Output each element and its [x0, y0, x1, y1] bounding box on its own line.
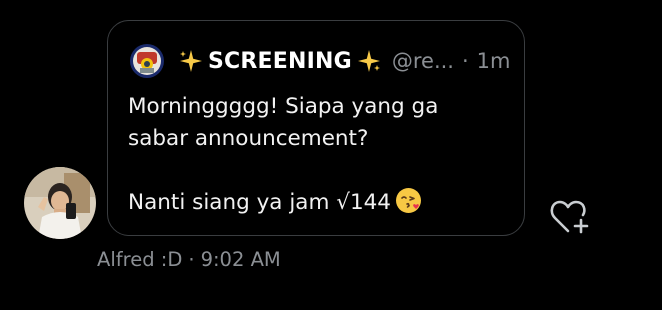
text-line: Morninggggg! Siapa yang ga [128, 94, 439, 119]
text-line: sabar announcement? [128, 126, 369, 151]
message-meta: Alfred :D · 9:02 AM [97, 248, 281, 271]
sender-name: Alfred :D [97, 248, 183, 271]
face-blowing-kiss-emoji [395, 187, 422, 214]
quoted-tweet-text: Morninggggg! Siapa yang ga sabar announc… [128, 91, 508, 219]
quoted-tweet-time: 1m [476, 49, 511, 73]
header-separator: · [461, 49, 469, 73]
text-spacer [128, 155, 508, 187]
like-button[interactable] [548, 196, 594, 238]
user-avatar[interactable] [24, 167, 96, 239]
quoted-author-name-text: SCREENING [208, 48, 352, 74]
quoted-account-avatar[interactable] [130, 44, 164, 78]
sparkles-icon [178, 48, 204, 74]
sparkles-icon [356, 48, 382, 74]
message-time: 9:02 AM [200, 248, 281, 271]
text-line-with-emoji: Nanti siang ya jam √144 [128, 187, 508, 219]
meta-separator: · [188, 248, 195, 271]
quoted-author-name[interactable]: SCREENING [178, 48, 382, 74]
text-line: Nanti siang ya jam √144 [128, 190, 391, 215]
heart-plus-icon [550, 200, 589, 234]
quoted-tweet-header: SCREENING @re... · 1m [130, 41, 511, 81]
quoted-author-handle[interactable]: @re... [392, 49, 454, 73]
quoted-tweet-card[interactable]: SCREENING @re... · 1m Morninggggg! Siapa… [107, 20, 525, 236]
